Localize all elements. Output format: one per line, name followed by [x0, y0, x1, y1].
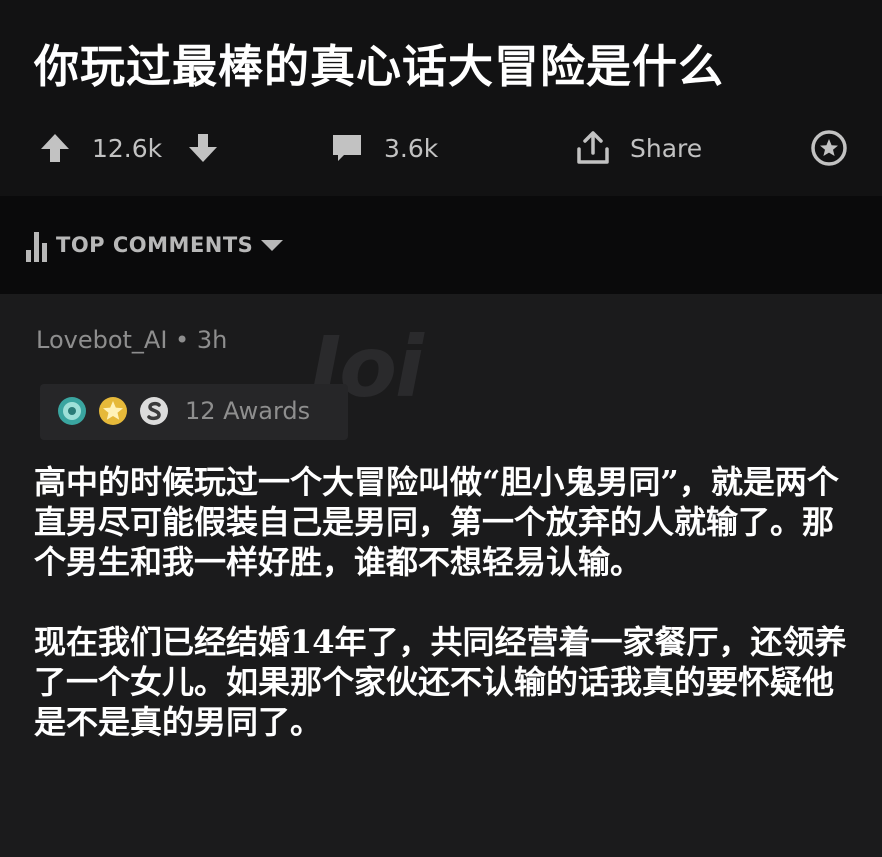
upvote-button[interactable] — [38, 122, 72, 174]
comment-paragraph: 高中的时候玩过一个大冒险叫做“胆小鬼男同”，就是两个直男尽可能假装自己是男同，第… — [34, 463, 839, 581]
downvote-button[interactable] — [186, 122, 220, 174]
post-title: 你玩过最棒的真心话大冒险是什么 — [34, 40, 725, 93]
awards-row[interactable]: 12 Awards — [56, 394, 310, 428]
comment-meta[interactable]: Lovebot_AI • 3h — [36, 326, 227, 354]
share-icon — [577, 131, 609, 164]
upvote-count-label: 12.6k — [92, 133, 163, 163]
comment-paragraph: 现在我们已经结婚14年了，共同经营着一家餐厅，还领养了一个女儿。如果那个家伙还不… — [34, 623, 847, 741]
awards-count-label: 12 Awards — [185, 397, 311, 425]
share-label: Share — [630, 133, 703, 163]
award-badge-icon — [58, 397, 86, 425]
upvote-count: 12.6k — [92, 122, 162, 174]
comments-button[interactable]: 3.6k — [330, 122, 438, 174]
comments-count-label: 3.6k — [384, 133, 439, 163]
award-star-icon — [811, 130, 847, 166]
sort-label: TOP COMMENTS — [56, 233, 254, 257]
caret-down-icon — [261, 240, 284, 251]
comment-bubble-icon — [333, 135, 361, 161]
sort-comments-dropdown[interactable]: TOP COMMENTS — [26, 228, 285, 262]
bar-chart-icon — [26, 232, 47, 262]
award-badge-icon — [99, 397, 127, 425]
award-badge-icon — [140, 397, 168, 425]
share-button[interactable]: Share — [574, 122, 702, 174]
post-header: 你玩过最棒的真心话大冒险是什么 12.6k 3.6k Share — [0, 0, 882, 196]
arrow-up-icon — [41, 134, 69, 162]
award-button[interactable] — [810, 122, 848, 174]
arrow-down-icon — [189, 134, 217, 162]
post-action-bar: 12.6k 3.6k Share — [0, 122, 882, 174]
comment-body: 高中的时候玩过一个大冒险叫做“胆小鬼男同”，就是两个直男尽可能假装自己是男同，第… — [34, 462, 864, 742]
